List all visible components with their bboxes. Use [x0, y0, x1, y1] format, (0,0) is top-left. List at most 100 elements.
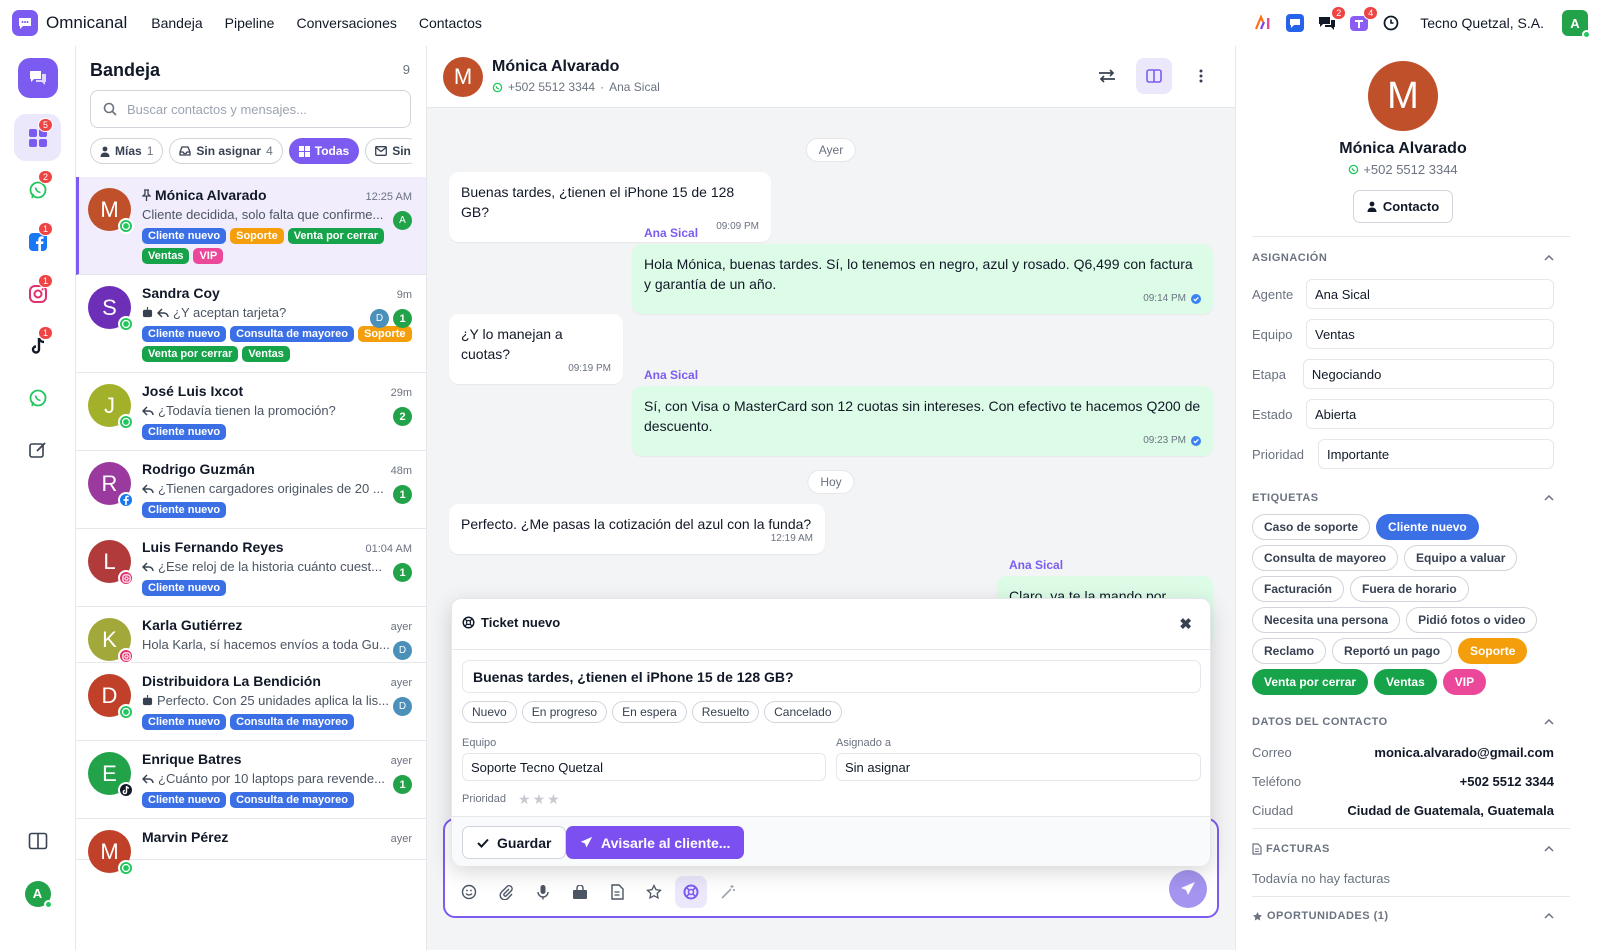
status-resuelto[interactable]: Resuelto: [691, 701, 760, 723]
support-chat-icon[interactable]: [1284, 12, 1306, 34]
team-select[interactable]: Soporte Tecno Quetzal: [462, 753, 826, 781]
rail-instagram-button[interactable]: 1: [14, 270, 61, 317]
status-nuevo[interactable]: Nuevo: [462, 701, 517, 723]
contact-tag[interactable]: Equipo a valuar: [1404, 545, 1518, 571]
ai-write-button[interactable]: [712, 876, 744, 908]
clock-icon[interactable]: [1380, 12, 1402, 34]
rail-whatsapp-business-button[interactable]: [14, 374, 61, 421]
ai-icon[interactable]: [1252, 12, 1274, 34]
more-options-button[interactable]: [1183, 58, 1219, 94]
star-icon[interactable]: ★: [547, 791, 560, 808]
filter-todas[interactable]: Todas: [288, 138, 360, 164]
contact-tag[interactable]: Reportó un pago: [1332, 638, 1453, 664]
section-oportunidades-header[interactable]: OPORTUNIDADES (1): [1252, 910, 1554, 922]
prioridad-select[interactable]: Importante: [1318, 439, 1554, 469]
voice-button[interactable]: [527, 876, 559, 908]
company-name[interactable]: Tecno Quetzal, S.A.: [1420, 15, 1544, 31]
contact-tag[interactable]: Necesita una persona: [1252, 607, 1401, 633]
send-button[interactable]: [1169, 870, 1207, 908]
chat-contact-avatar[interactable]: M: [443, 57, 483, 97]
contact-tag[interactable]: Fuera de horario: [1350, 576, 1469, 602]
nav-conversaciones[interactable]: Conversaciones: [296, 15, 396, 31]
transfer-button[interactable]: [1089, 58, 1125, 94]
contact-tag[interactable]: Facturación: [1252, 576, 1345, 602]
etapa-select[interactable]: Negociando: [1302, 359, 1554, 389]
toggle-side-panel-button[interactable]: [1136, 58, 1172, 94]
contact-tag[interactable]: VIP: [1442, 669, 1487, 695]
filter-mias[interactable]: Mías 1: [90, 138, 164, 164]
priority-stars[interactable]: ★ ★ ★: [518, 791, 560, 808]
search-input[interactable]: Buscar contactos y mensajes...: [90, 90, 411, 128]
tag-badge: VIP: [193, 248, 224, 264]
ticket-button[interactable]: [675, 876, 707, 908]
close-icon[interactable]: ✖: [1179, 615, 1192, 633]
conversation-item[interactable]: S Sandra Coy 9m ¿Y aceptan tarjeta? D1 C…: [76, 275, 426, 373]
app-logo-icon[interactable]: [12, 10, 38, 36]
separator-dot: ·: [600, 80, 605, 94]
filter-sin[interactable]: Sin: [365, 138, 412, 164]
save-ticket-button[interactable]: Guardar: [462, 826, 567, 859]
contact-name: Enrique Batres: [142, 751, 242, 767]
emoji-button[interactable]: [453, 876, 485, 908]
section-etiquetas-header[interactable]: ETIQUETAS: [1252, 492, 1554, 504]
conversation-item[interactable]: D Distribuidora La Bendición ayer Perfec…: [76, 663, 426, 741]
estado-select[interactable]: Abierta: [1306, 399, 1554, 429]
tiktok-badge: 1: [37, 326, 53, 340]
filter-sin-asignar[interactable]: Sin asignar 4: [169, 138, 283, 164]
status-en-progreso[interactable]: En progreso: [521, 701, 608, 723]
rail-user-button[interactable]: A: [14, 870, 61, 917]
status-en-espera[interactable]: En espera: [612, 701, 687, 723]
user-avatar[interactable]: A: [1562, 10, 1591, 39]
nav-contactos[interactable]: Contactos: [419, 15, 482, 31]
chat-contact-name[interactable]: Mónica Alvarado: [492, 58, 619, 76]
contact-tag[interactable]: Ventas: [1374, 669, 1437, 695]
rail-facebook-button[interactable]: 1: [14, 218, 61, 265]
rail-compose-button[interactable]: [14, 426, 61, 473]
conversation-tags: Cliente nuevo: [142, 424, 412, 440]
attach-button[interactable]: [490, 876, 522, 908]
chat-notifications-icon[interactable]: 2: [1316, 6, 1347, 34]
conversation-item[interactable]: M Marvin Pérez ayer: [76, 819, 426, 876]
conversation-item[interactable]: M Mónica Alvarado 12:25 AM Cliente decid…: [76, 177, 426, 275]
contact-tag[interactable]: Reclamo: [1252, 638, 1327, 664]
ticket-subject-input[interactable]: Buenas tardes, ¿tienen el iPhone 15 de 1…: [462, 660, 1201, 693]
assignee-select[interactable]: Sin asignar: [836, 753, 1201, 781]
status-cancelado[interactable]: Cancelado: [764, 701, 842, 723]
contact-tag[interactable]: Pidió fotos o video: [1406, 607, 1538, 633]
contact-button[interactable]: Contacto: [1353, 190, 1453, 223]
conversation-indicators: D: [393, 697, 412, 716]
conversation-item[interactable]: L Luis Fernando Reyes 01:04 AM ¿Ese relo…: [76, 529, 426, 607]
whatsapp-icon: [492, 82, 503, 92]
conversation-item[interactable]: E Enrique Batres ayer ¿Cuánto por 10 lap…: [76, 741, 426, 819]
conversation-item[interactable]: R Rodrigo Guzmán 48m ¿Tienen cargadores …: [76, 451, 426, 529]
equipo-select[interactable]: Ventas: [1306, 319, 1554, 349]
nav-bandeja[interactable]: Bandeja: [151, 15, 202, 31]
tag-badge: Cliente nuevo: [142, 792, 227, 808]
nav-pipeline[interactable]: Pipeline: [225, 15, 275, 31]
contact-tag[interactable]: Caso de soporte: [1252, 514, 1371, 540]
reply-icon: [142, 561, 154, 572]
section-facturas-header[interactable]: FACTURAS: [1252, 843, 1554, 855]
favorite-button[interactable]: [638, 876, 670, 908]
rail-tiktok-button[interactable]: 1: [14, 322, 61, 369]
rail-inbox-button[interactable]: 5: [14, 114, 61, 161]
section-datos-header[interactable]: DATOS DEL CONTACTO: [1252, 716, 1554, 728]
rail-chats-button[interactable]: [18, 58, 58, 98]
contact-tag[interactable]: Cliente nuevo: [1376, 514, 1479, 540]
star-icon[interactable]: ★: [518, 791, 531, 808]
notify-client-button[interactable]: Avisarle al cliente...: [566, 826, 745, 859]
conversation-item[interactable]: J José Luis Ixcot 29m ¿Todavía tienen la…: [76, 373, 426, 451]
rail-whatsapp-button[interactable]: 2: [14, 166, 61, 213]
rail-layout-button[interactable]: [14, 817, 61, 864]
contact-tag[interactable]: Venta por cerrar: [1252, 669, 1369, 695]
star-icon[interactable]: ★: [533, 791, 546, 808]
teams-icon[interactable]: 4: [1348, 6, 1379, 34]
conversation-item[interactable]: K Karla Gutiérrez ayer Hola Karla, sí ha…: [76, 607, 426, 664]
catalog-button[interactable]: [564, 876, 596, 908]
tag-badge: Consulta de mayoreo: [230, 326, 354, 342]
contact-tag[interactable]: Soporte: [1458, 638, 1528, 664]
contact-tag[interactable]: Consulta de mayoreo: [1252, 545, 1399, 571]
template-button[interactable]: [601, 876, 633, 908]
section-asignacion-header[interactable]: ASIGNACIÓN: [1252, 252, 1554, 264]
agente-select[interactable]: Ana Sical: [1306, 279, 1554, 309]
